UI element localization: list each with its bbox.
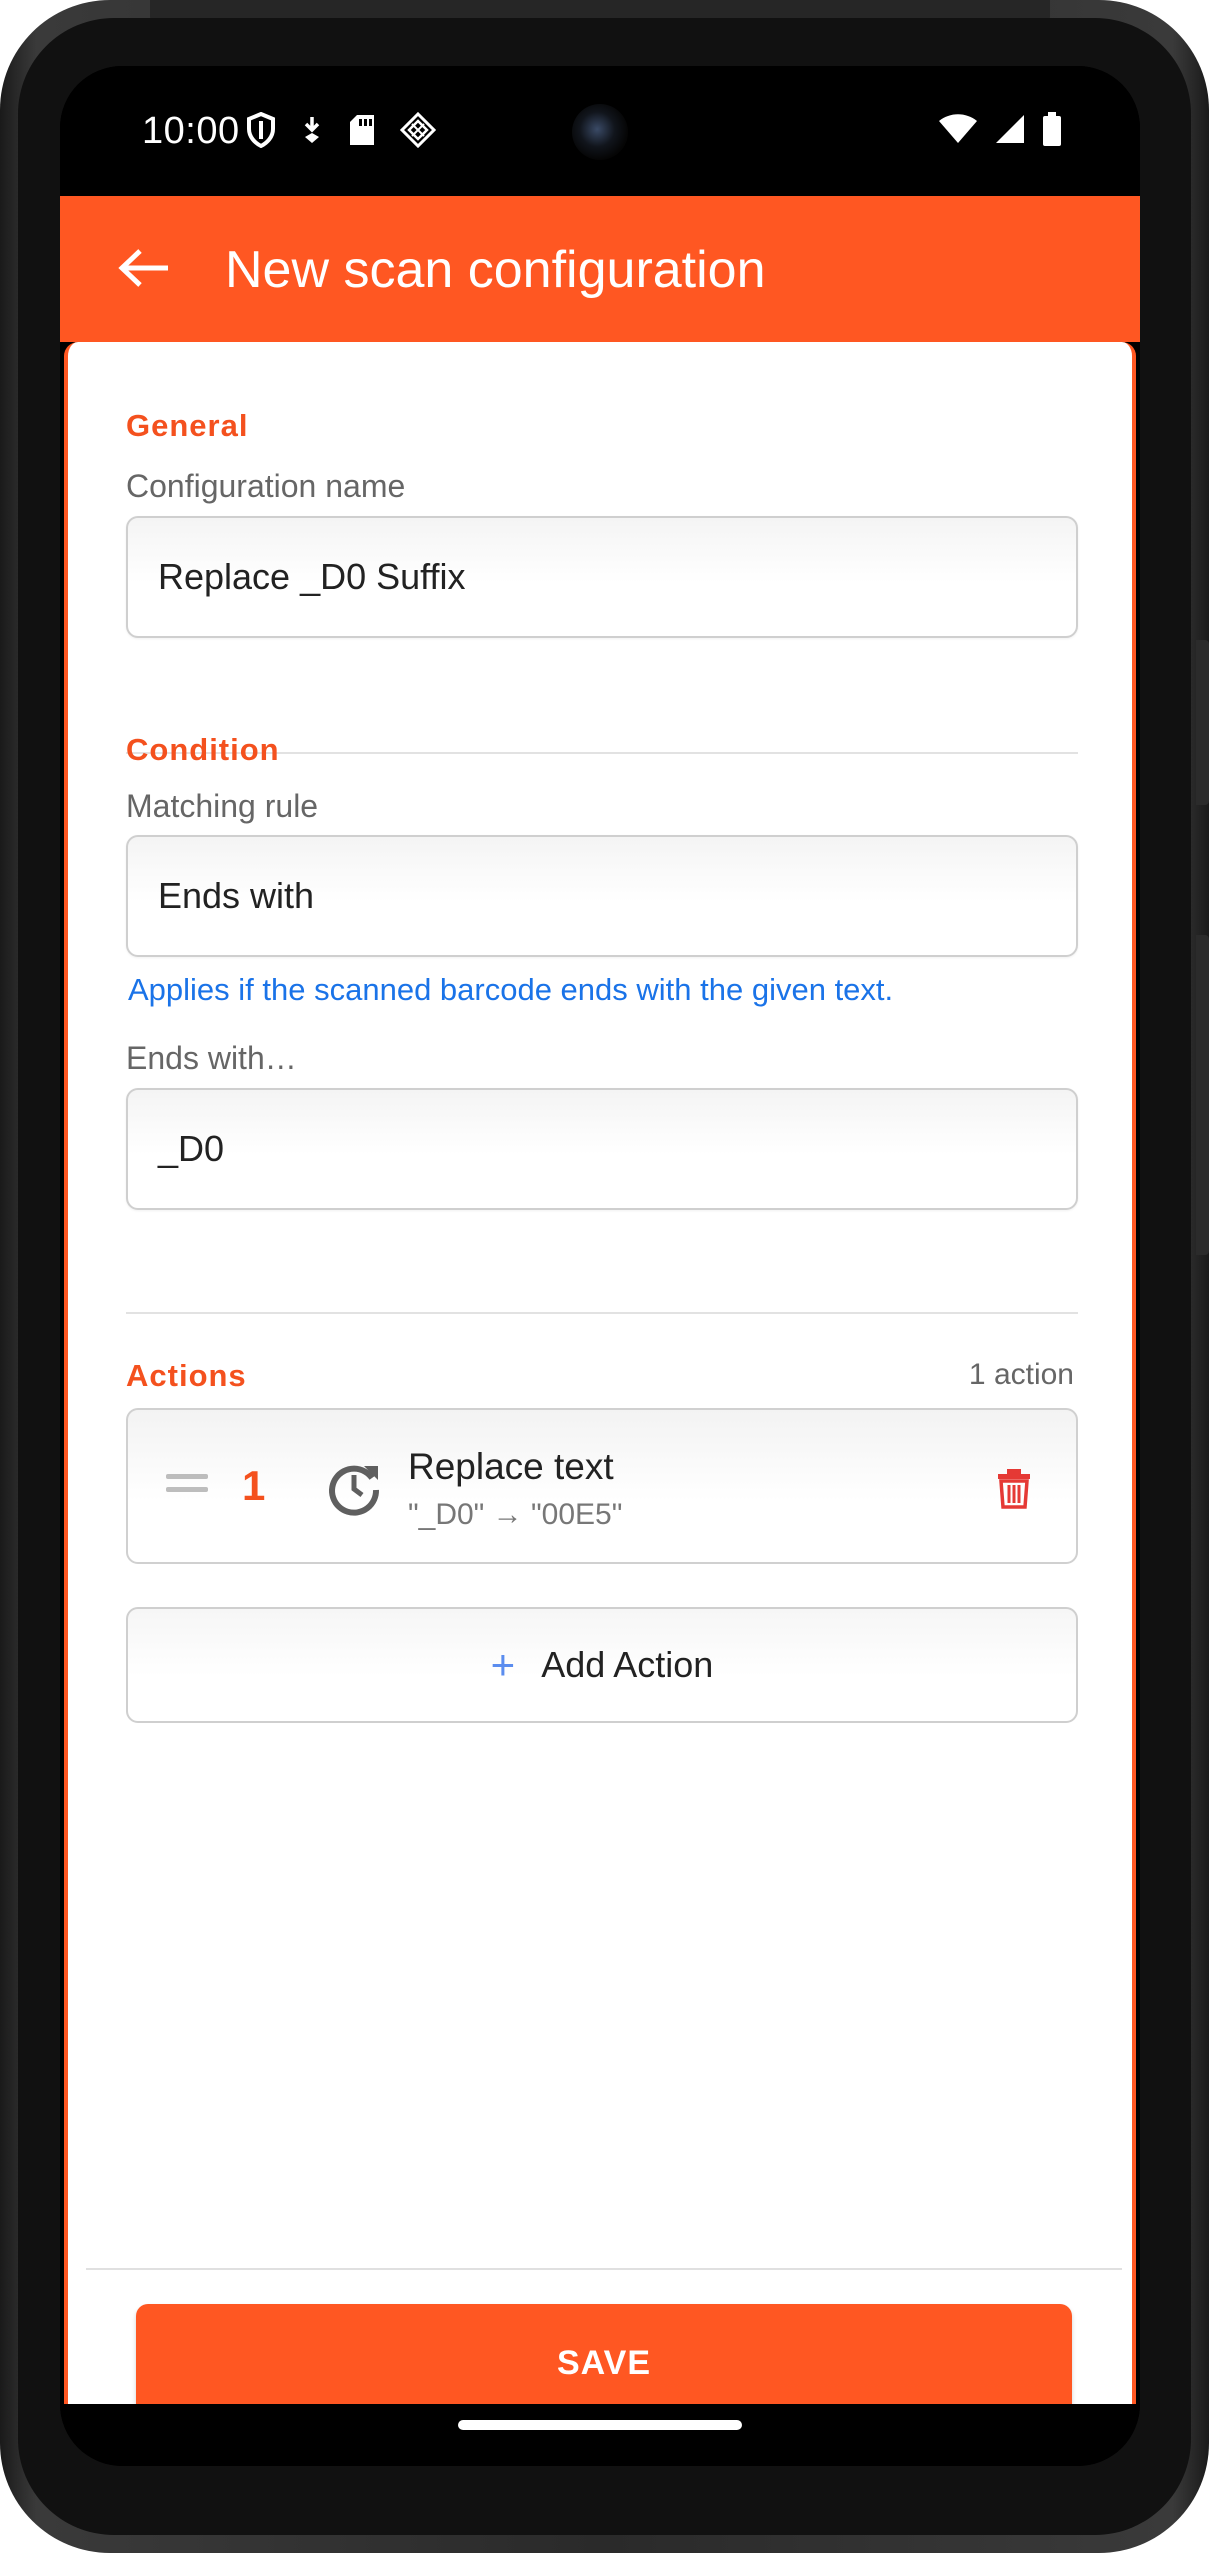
configuration-name-field[interactable]: Replace _D0 Suffix — [126, 516, 1078, 638]
ends-with-field[interactable]: _D0 — [126, 1088, 1078, 1210]
status-icons-right — [938, 112, 1062, 146]
status-icons-left — [246, 112, 436, 148]
add-action-label: Add Action — [541, 1644, 714, 1685]
navigation-bar — [60, 2404, 1140, 2466]
matching-rule-label: Matching rule — [126, 788, 319, 824]
battery-icon — [1043, 112, 1061, 146]
configuration-name-label: Configuration name — [126, 468, 406, 504]
section-title-actions: Actions — [126, 1358, 247, 1393]
front-camera — [572, 104, 628, 160]
wifi-icon — [939, 114, 977, 143]
volume-button — [1196, 935, 1209, 1255]
matching-rule-select[interactable]: Ends with — [126, 835, 1078, 957]
home-gesture-pill[interactable] — [458, 2420, 742, 2430]
action-number: 1 — [242, 1462, 266, 1509]
action-subtitle: "_D0" → "00E5" — [408, 1498, 623, 1531]
section-title-condition: Condition — [126, 732, 280, 767]
section-title-general: General — [126, 408, 249, 443]
ends-with-label: Ends with… — [126, 1040, 297, 1076]
download-icon — [304, 117, 320, 143]
power-button — [1196, 640, 1209, 805]
replace-icon — [329, 1465, 380, 1516]
configuration-name-value: Replace _D0 Suffix — [158, 556, 466, 597]
arrow-left-icon — [118, 249, 168, 287]
shield-icon — [247, 112, 275, 148]
matching-rule-helper: Applies if the scanned barcode ends with… — [128, 972, 894, 1007]
app-bar: New scan configuration — [60, 196, 1140, 342]
footer-divider — [86, 2268, 1122, 2270]
delete-icon[interactable] — [992, 1466, 1036, 1510]
status-bar: 10:00 — [60, 66, 1140, 196]
action-item[interactable]: 1 Replace text "_D0" → "00E5" — [126, 1408, 1078, 1564]
add-action-button[interactable]: + Add Action — [126, 1607, 1078, 1723]
drag-handle-icon[interactable] — [166, 1474, 208, 1498]
screen: 10:00 New scan configuration General Con… — [60, 66, 1140, 2466]
back-button[interactable] — [108, 232, 180, 304]
page-title: New scan configuration — [225, 241, 766, 299]
ends-with-value: _D0 — [158, 1128, 225, 1169]
signal-icon — [996, 115, 1024, 143]
sd-card-icon — [350, 115, 374, 145]
cast-diamond-icon — [400, 112, 436, 148]
matching-rule-value: Ends with — [158, 875, 315, 916]
plus-icon: + — [490, 1641, 516, 1688]
actions-count: 1 action — [968, 1358, 1074, 1391]
action-title: Replace text — [408, 1446, 614, 1487]
section-divider — [126, 1312, 1078, 1314]
form-content: General Configuration name Replace _D0 S… — [64, 342, 1136, 2422]
status-time: 10:00 — [142, 110, 240, 152]
